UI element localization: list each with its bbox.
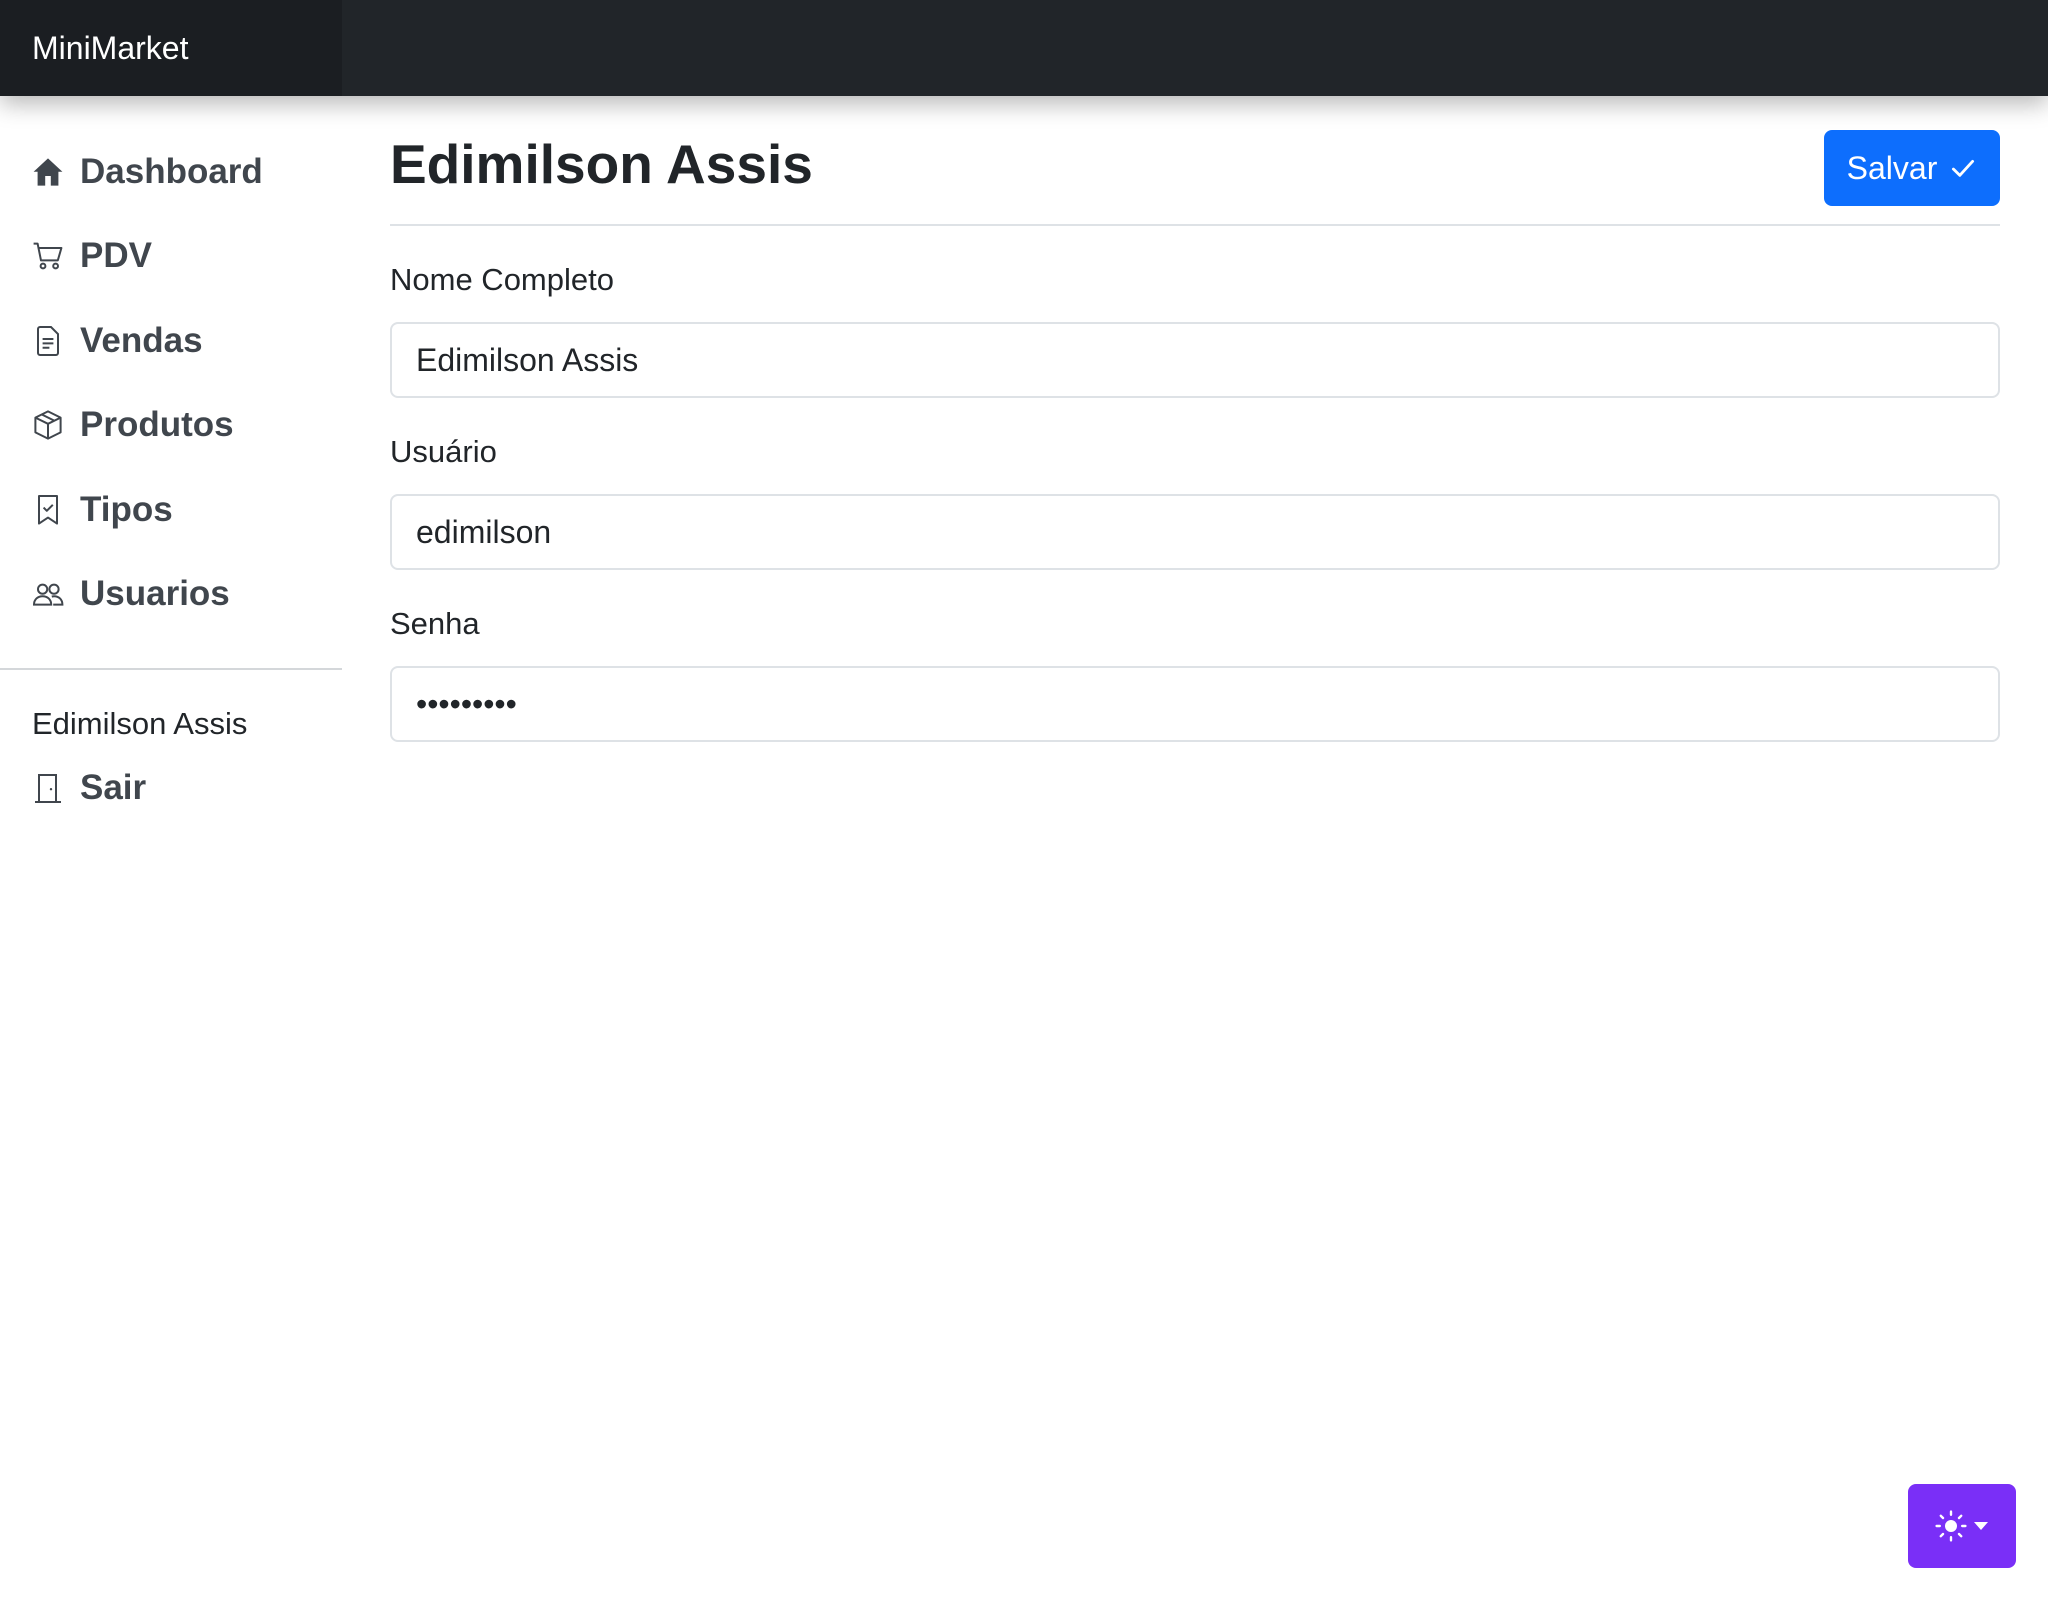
logout-label: Sair bbox=[80, 768, 147, 807]
house-icon bbox=[32, 156, 64, 188]
theme-toggle-button[interactable] bbox=[1908, 1484, 2016, 1568]
bookmark-check-icon bbox=[32, 494, 64, 526]
sidebar-divider bbox=[0, 668, 342, 670]
sidebar: Dashboard PDV Vendas Produtos Tipos Usua… bbox=[0, 96, 342, 1600]
title-divider bbox=[390, 224, 2000, 226]
sidebar-item-pdv[interactable]: PDV bbox=[0, 214, 342, 298]
username-label: Usuário bbox=[390, 434, 497, 469]
sidebar-user-name: Edimilson Assis bbox=[32, 706, 248, 741]
cart-icon bbox=[32, 240, 64, 272]
save-button[interactable]: Salvar bbox=[1824, 130, 2000, 206]
sidebar-item-vendas[interactable]: Vendas bbox=[0, 299, 342, 383]
check-icon bbox=[1949, 154, 1977, 182]
brand-link[interactable]: MiniMarket bbox=[0, 0, 342, 96]
sidebar-item-label: Usuarios bbox=[80, 574, 230, 613]
sidebar-item-label: Produtos bbox=[80, 405, 234, 444]
sidebar-item-label: Tipos bbox=[80, 490, 173, 529]
sidebar-item-usuarios[interactable]: Usuarios bbox=[0, 552, 342, 636]
sidebar-item-label: Dashboard bbox=[80, 152, 263, 191]
save-button-label: Salvar bbox=[1846, 149, 1938, 186]
page-title: Edimilson Assis bbox=[390, 133, 813, 195]
sidebar-item-produtos[interactable]: Produtos bbox=[0, 383, 342, 467]
top-navbar: MiniMarket bbox=[0, 0, 2048, 96]
sidebar-item-dashboard[interactable]: Dashboard bbox=[0, 130, 342, 214]
caret-down-icon bbox=[1973, 1521, 1989, 1531]
box-icon bbox=[32, 409, 64, 441]
sun-icon bbox=[1935, 1510, 1967, 1542]
full-name-input[interactable] bbox=[390, 322, 2000, 398]
logout-link[interactable]: Sair bbox=[0, 750, 342, 826]
sidebar-item-label: PDV bbox=[80, 236, 152, 275]
sidebar-item-label: Vendas bbox=[80, 321, 203, 360]
door-icon bbox=[32, 772, 64, 804]
username-input[interactable] bbox=[390, 494, 2000, 570]
password-input[interactable] bbox=[390, 666, 2000, 742]
sidebar-item-tipos[interactable]: Tipos bbox=[0, 468, 342, 552]
full-name-label: Nome Completo bbox=[390, 262, 614, 297]
document-icon bbox=[32, 325, 64, 357]
password-label: Senha bbox=[390, 606, 480, 641]
people-icon bbox=[32, 578, 64, 610]
